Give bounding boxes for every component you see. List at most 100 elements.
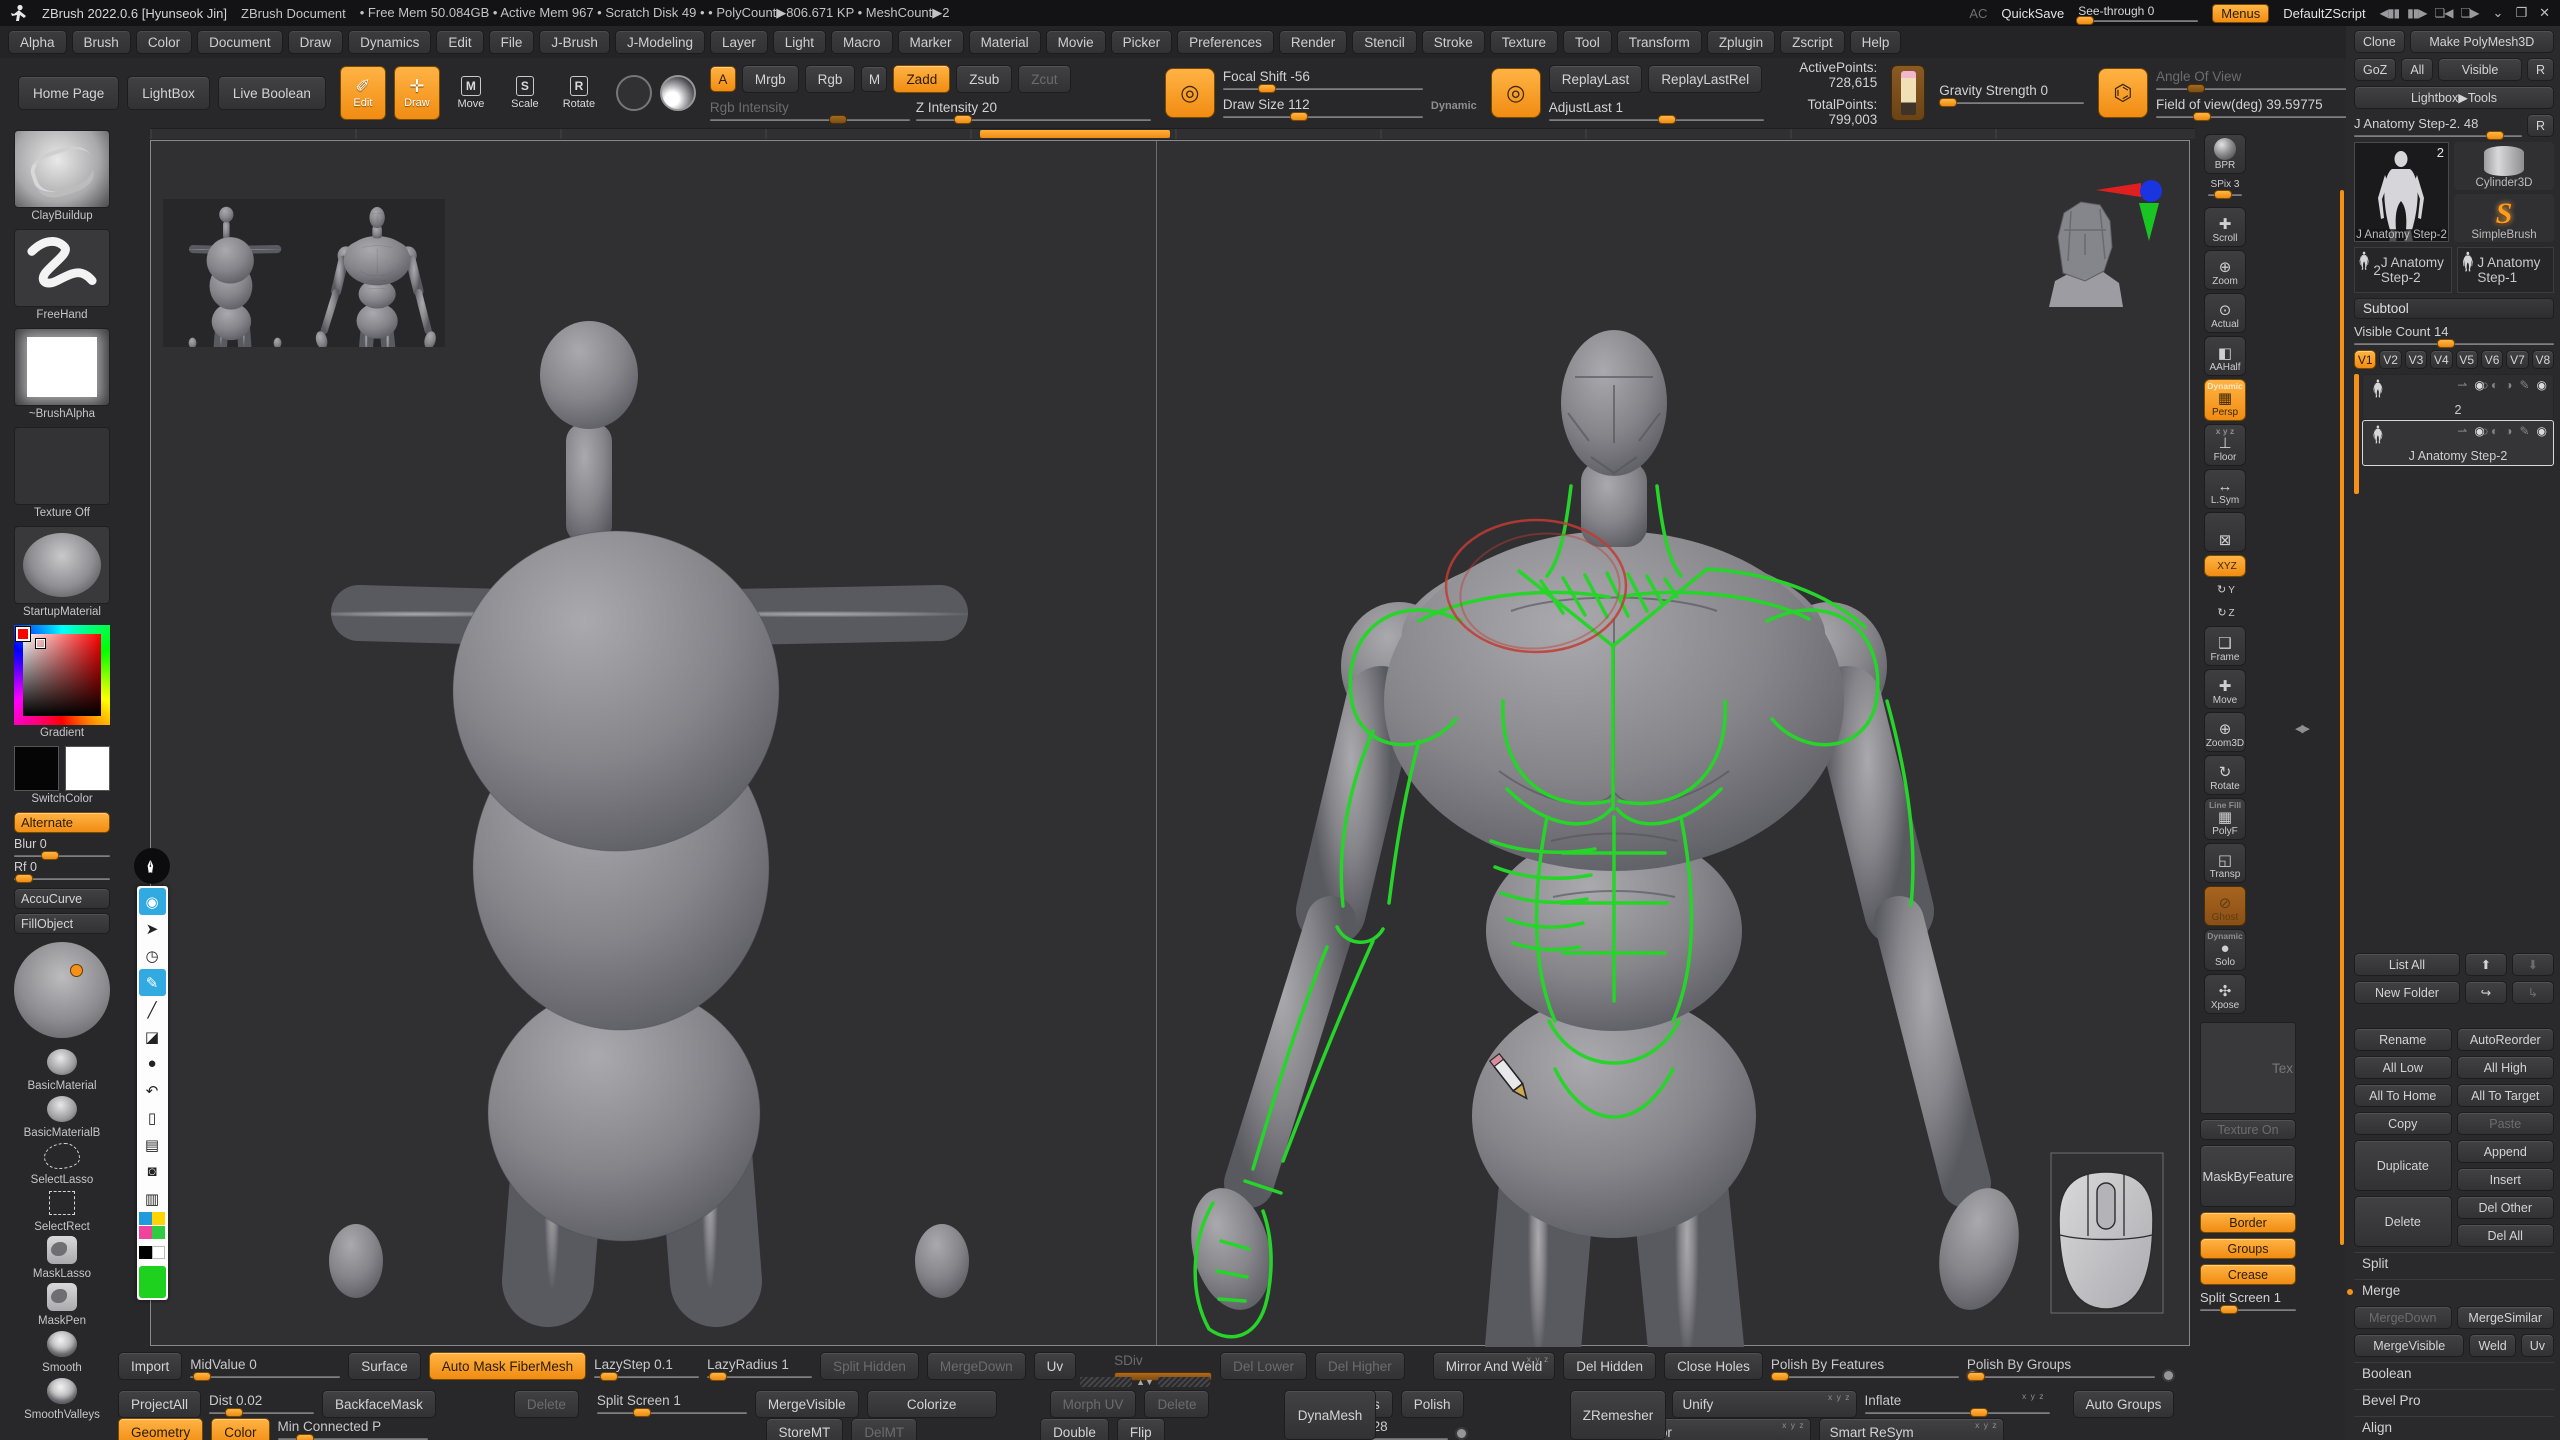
shelf-control[interactable]: ProjectAll	[118, 1390, 201, 1418]
tray-divider-icons[interactable]: ◀▮▮▮▮▶❏◀❏▶	[2380, 6, 2479, 20]
shelf-tool-button[interactable]: Zoom	[2204, 250, 2246, 290]
subtool-page-tab[interactable]: V1	[2354, 350, 2376, 369]
shelf-control[interactable]: Del Hidden	[1563, 1352, 1656, 1380]
shelf-control[interactable]: Smart ReSym	[1819, 1418, 2004, 1440]
shelf-tool-button[interactable]: Transp	[2204, 843, 2246, 883]
tool-item-cylinder[interactable]: Cylinder3D	[2454, 142, 2554, 190]
menu-item[interactable]: Color	[136, 30, 192, 54]
shelf-control[interactable]: LazyRadius 1	[707, 1352, 812, 1382]
tool-item-step2[interactable]: 2 J Anatomy Step-2	[2354, 247, 2452, 293]
see-through-slider[interactable]: See-through 0	[2078, 4, 2198, 22]
dynamesh-button[interactable]: DynaMesh	[1284, 1390, 1376, 1440]
z-intensity-slider[interactable]: Z Intensity 20	[916, 100, 1151, 121]
whiteboard-icon[interactable]: ▤	[139, 1131, 166, 1158]
alternate-button[interactable]: Alternate	[14, 812, 110, 833]
timer-icon[interactable]: ◷	[139, 942, 166, 969]
shelf-control[interactable]: MergeDown	[927, 1352, 1026, 1380]
menu-item[interactable]: Texture	[1490, 30, 1558, 54]
delete-button[interactable]: Delete	[2354, 1196, 2452, 1247]
sidebar-quick-item[interactable]: MaskPen	[14, 1281, 110, 1328]
home-page-button[interactable]: Home Page	[18, 76, 119, 110]
shelf-tool-button[interactable]: Zoom3D	[2204, 712, 2246, 752]
mannequin-model[interactable]	[329, 321, 969, 1298]
mergedown-button[interactable]: MergeDown	[2354, 1306, 2452, 1329]
m-button[interactable]: M	[861, 66, 887, 92]
sidebar-quick-item[interactable]: BasicMaterial	[14, 1046, 110, 1093]
all-low-button[interactable]: All Low	[2354, 1056, 2452, 1079]
subtool-page-tab[interactable]: V4	[2430, 350, 2452, 369]
shelf-control[interactable]: Dist 0.02	[209, 1390, 314, 1416]
sidebar-quick-item[interactable]: Smooth	[14, 1328, 110, 1375]
subtool-list-item[interactable]: J Anatomy Step-2	[2362, 420, 2554, 466]
blur-slider[interactable]: Blur 0	[14, 837, 110, 857]
close-button[interactable]: ✕	[2539, 5, 2550, 21]
menu-item[interactable]: Material	[969, 30, 1041, 54]
menu-item[interactable]: J-Brush	[539, 30, 610, 54]
annotation-app-icon[interactable]: ✒	[134, 848, 170, 884]
menu-item[interactable]: Movie	[1046, 30, 1106, 54]
sidebar-quick-item[interactable]: MaskLasso	[14, 1234, 110, 1281]
groups-button[interactable]: Groups	[2200, 1238, 2296, 1259]
default-zscript-button[interactable]: DefaultZScript	[2283, 6, 2365, 21]
active-tool-thumbnail[interactable]: 2 J Anatomy Step-2	[2354, 142, 2449, 242]
subtool-page-tab[interactable]: V5	[2456, 350, 2478, 369]
shelf-control[interactable]: Inflate	[1865, 1390, 2050, 1416]
shelf-tool-button[interactable]: Dynamic Solo	[2204, 929, 2246, 971]
edit-mode-button[interactable]: ✐Edit	[340, 66, 386, 120]
sidebar-quick-item[interactable]: SmoothValleys	[14, 1375, 110, 1422]
move-down-button[interactable]	[2512, 953, 2554, 976]
move-mode-button[interactable]: MMove	[448, 66, 494, 120]
zremesher-button[interactable]: ZRemesher	[1570, 1390, 1666, 1440]
border-button[interactable]: Border	[2200, 1212, 2296, 1233]
bpr-render-button[interactable]: BPR	[2204, 134, 2246, 174]
mergevisible-button[interactable]: MergeVisible	[2354, 1334, 2464, 1357]
shelf-tool-button[interactable]: Y	[2204, 580, 2246, 600]
alpha-selector[interactable]: ~BrushAlpha	[14, 328, 110, 423]
color-palette-grid[interactable]	[139, 1212, 166, 1239]
subtool-page-tab[interactable]: V2	[2379, 350, 2401, 369]
sculptris-pencil-button[interactable]	[1891, 65, 1925, 121]
menu-item[interactable]: Light	[773, 30, 826, 54]
line-icon[interactable]: ╱	[139, 996, 166, 1023]
menus-button[interactable]: Menus	[2212, 4, 2269, 23]
cursor-icon[interactable]: ➤	[139, 915, 166, 942]
menu-item[interactable]: Picker	[1111, 30, 1173, 54]
zcut-button[interactable]: Zcut	[1018, 65, 1070, 93]
menu-item[interactable]: Layer	[710, 30, 768, 54]
shelf-tool-button[interactable]: L.Sym	[2204, 469, 2246, 509]
shelf-control[interactable]: Color	[211, 1418, 269, 1440]
subtool-list-item[interactable]: 2	[2362, 374, 2554, 420]
shelf-tool-button[interactable]: AAHalf	[2204, 336, 2246, 376]
subtool-page-tab[interactable]: V7	[2506, 350, 2528, 369]
spix-slider[interactable]: SPix 3	[2204, 177, 2246, 204]
shelf-control[interactable]: Uv	[1034, 1352, 1077, 1380]
shelf-control[interactable]: Double	[1040, 1418, 1109, 1440]
menu-item[interactable]: Document	[197, 30, 283, 54]
export-all-button[interactable]: All	[2401, 58, 2433, 81]
adjust-last-slider[interactable]: AdjustLast 1	[1549, 100, 1764, 121]
shelf-control[interactable]: LazyStep 0.1	[594, 1352, 699, 1382]
shelf-control[interactable]: Import	[118, 1352, 182, 1380]
list-all-button[interactable]: List All	[2354, 953, 2460, 976]
all-to-home-button[interactable]: All To Home	[2354, 1084, 2452, 1107]
eraser-icon[interactable]: ◪	[139, 1023, 166, 1050]
move-into-folder-button[interactable]	[2465, 981, 2507, 1004]
shelf-tool-button[interactable]: Rotate	[2204, 755, 2246, 795]
shelf-tool-button[interactable]: Z	[2204, 603, 2246, 623]
subtool-scrollbar[interactable]	[2354, 374, 2359, 494]
menu-item[interactable]: Macro	[831, 30, 893, 54]
menu-item[interactable]: Preferences	[1177, 30, 1274, 54]
focal-shift-slider[interactable]: Focal Shift -56	[1223, 69, 1423, 90]
subtool-page-tab[interactable]: V3	[2405, 350, 2427, 369]
camera-icon[interactable]: ◙	[139, 1158, 166, 1185]
menu-item[interactable]: Edit	[436, 30, 483, 54]
zsub-button[interactable]: Zsub	[956, 65, 1012, 93]
shelf-control[interactable]: Delete	[1144, 1390, 1209, 1418]
shelf-control[interactable]: Polish	[1401, 1390, 1464, 1418]
color-picker[interactable]: Gradient	[14, 625, 110, 742]
goz-button[interactable]: GoZ	[2354, 58, 2396, 81]
autoreorder-button[interactable]: AutoReorder	[2457, 1028, 2555, 1051]
trash-icon[interactable]: ▯	[139, 1104, 166, 1131]
draw-size-icon[interactable]: ◎	[1165, 68, 1215, 118]
angle-of-view-slider[interactable]: Angle Of View	[2156, 69, 2356, 90]
